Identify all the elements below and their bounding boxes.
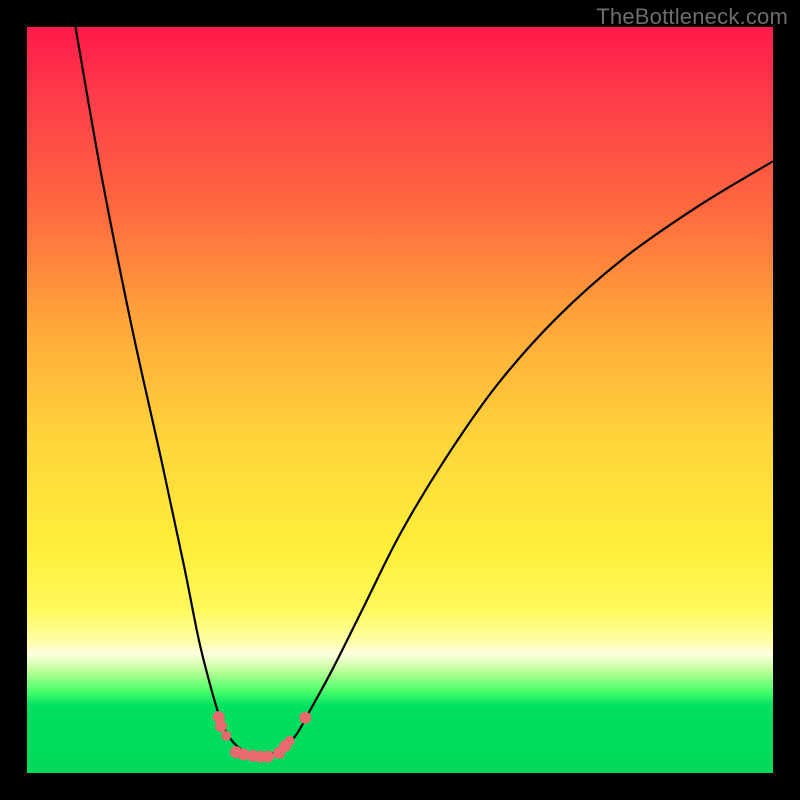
chart-plot-area (27, 27, 773, 773)
curve-marker (221, 731, 231, 741)
watermark-label: TheBottleneck.com (596, 4, 788, 30)
curve-markers (213, 711, 312, 763)
curve-marker (215, 720, 227, 732)
right-curve (266, 161, 773, 756)
chart-svg (27, 27, 773, 773)
left-curve (75, 27, 265, 757)
curve-marker (285, 736, 295, 746)
curve-marker (299, 712, 311, 724)
curve-marker (262, 751, 274, 763)
